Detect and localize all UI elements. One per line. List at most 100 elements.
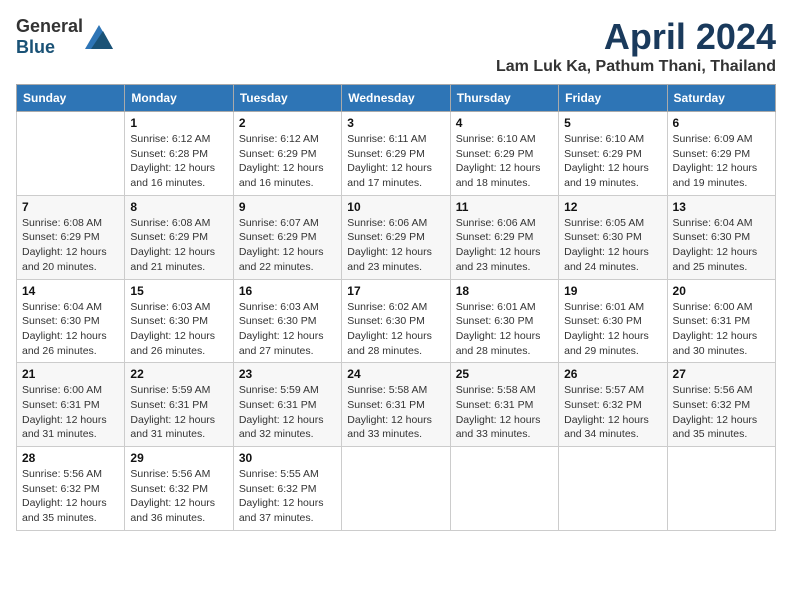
calendar-cell: 18 Sunrise: 6:01 AM Sunset: 6:30 PM Dayli… <box>450 279 558 363</box>
calendar-cell: 2 Sunrise: 6:12 AM Sunset: 6:29 PM Daylig… <box>233 112 341 196</box>
calendar-cell: 20Sunrise: 6:00 AM Sunset: 6:31 PM Dayli… <box>667 279 775 363</box>
day-number: 16 <box>239 284 336 298</box>
title-area: April 2024 Lam Luk Ka, Pathum Thani, Tha… <box>496 16 776 76</box>
day-number: 10 <box>347 200 444 214</box>
day-info: Sunrise: 6:05 AM Sunset: 6:30 PM Dayligh… <box>564 216 661 275</box>
day-number: 14 <box>22 284 119 298</box>
weekday-header-row: SundayMondayTuesdayWednesdayThursdayFrid… <box>17 85 776 112</box>
day-info: Sunrise: 6:12 AM Sunset: 6:29 PM Dayligh… <box>239 132 336 191</box>
logo: General Blue <box>16 16 113 58</box>
day-number: 15 <box>130 284 227 298</box>
day-number: 5 <box>564 116 661 130</box>
day-number: 21 <box>22 367 119 381</box>
day-info: Sunrise: 6:01 AM Sunset: 6:30 PM Dayligh… <box>564 300 661 359</box>
calendar-cell: 7 Sunrise: 6:08 AM Sunset: 6:29 PM Daylig… <box>17 195 125 279</box>
calendar-cell: 23 Sunrise: 5:59 AM Sunset: 6:31 PM Dayli… <box>233 363 341 447</box>
day-info: Sunrise: 6:11 AM Sunset: 6:29 PM Dayligh… <box>347 132 444 191</box>
day-info: Sunrise: 6:07 AM Sunset: 6:29 PM Dayligh… <box>239 216 336 275</box>
calendar-cell: 16 Sunrise: 6:03 AM Sunset: 6:30 PM Dayli… <box>233 279 341 363</box>
day-info: Sunrise: 6:08 AM Sunset: 6:29 PM Dayligh… <box>22 216 119 275</box>
logo-text: General Blue <box>16 16 83 58</box>
day-number: 17 <box>347 284 444 298</box>
calendar-cell: 12 Sunrise: 6:05 AM Sunset: 6:30 PM Dayli… <box>559 195 667 279</box>
week-row-3: 14 Sunrise: 6:04 AM Sunset: 6:30 PM Dayli… <box>17 279 776 363</box>
day-info: Sunrise: 6:08 AM Sunset: 6:29 PM Dayligh… <box>130 216 227 275</box>
week-row-1: 1 Sunrise: 6:12 AM Sunset: 6:28 PM Daylig… <box>17 112 776 196</box>
calendar-cell: 13 Sunrise: 6:04 AM Sunset: 6:30 PM Dayli… <box>667 195 775 279</box>
calendar-cell: 21 Sunrise: 6:00 AM Sunset: 6:31 PM Dayli… <box>17 363 125 447</box>
day-info: Sunrise: 6:03 AM Sunset: 6:30 PM Dayligh… <box>130 300 227 359</box>
day-info: Sunrise: 5:58 AM Sunset: 6:31 PM Dayligh… <box>456 383 553 442</box>
day-info: Sunrise: 6:00 AM Sunset: 6:31 PM Dayligh… <box>22 383 119 442</box>
week-row-5: 28Sunrise: 5:56 AM Sunset: 6:32 PM Dayli… <box>17 447 776 531</box>
day-number: 2 <box>239 116 336 130</box>
calendar-cell <box>450 447 558 531</box>
calendar-cell: 17 Sunrise: 6:02 AM Sunset: 6:30 PM Dayli… <box>342 279 450 363</box>
day-info: Sunrise: 6:12 AM Sunset: 6:28 PM Dayligh… <box>130 132 227 191</box>
weekday-header-thursday: Thursday <box>450 85 558 112</box>
calendar-cell: 15 Sunrise: 6:03 AM Sunset: 6:30 PM Dayli… <box>125 279 233 363</box>
calendar-cell: 29 Sunrise: 5:56 AM Sunset: 6:32 PM Dayli… <box>125 447 233 531</box>
calendar-cell: 25 Sunrise: 5:58 AM Sunset: 6:31 PM Dayli… <box>450 363 558 447</box>
day-number: 4 <box>456 116 553 130</box>
calendar-cell: 22Sunrise: 5:59 AM Sunset: 6:31 PM Dayli… <box>125 363 233 447</box>
day-number: 3 <box>347 116 444 130</box>
day-number: 7 <box>22 200 119 214</box>
calendar-cell: 10 Sunrise: 6:06 AM Sunset: 6:29 PM Dayli… <box>342 195 450 279</box>
weekday-header-monday: Monday <box>125 85 233 112</box>
day-number: 6 <box>673 116 770 130</box>
calendar-cell: 30 Sunrise: 5:55 AM Sunset: 6:32 PM Dayli… <box>233 447 341 531</box>
day-info: Sunrise: 5:56 AM Sunset: 6:32 PM Dayligh… <box>130 467 227 526</box>
day-number: 1 <box>130 116 227 130</box>
day-number: 29 <box>130 451 227 465</box>
week-row-4: 21 Sunrise: 6:00 AM Sunset: 6:31 PM Dayli… <box>17 363 776 447</box>
day-info: Sunrise: 5:56 AM Sunset: 6:32 PM Dayligh… <box>673 383 770 442</box>
day-info: Sunrise: 5:59 AM Sunset: 6:31 PM Dayligh… <box>239 383 336 442</box>
day-info: Sunrise: 6:03 AM Sunset: 6:30 PM Dayligh… <box>239 300 336 359</box>
day-info: Sunrise: 6:10 AM Sunset: 6:29 PM Dayligh… <box>564 132 661 191</box>
calendar-cell: 4 Sunrise: 6:10 AM Sunset: 6:29 PM Daylig… <box>450 112 558 196</box>
weekday-header-tuesday: Tuesday <box>233 85 341 112</box>
calendar-cell: 19 Sunrise: 6:01 AM Sunset: 6:30 PM Dayli… <box>559 279 667 363</box>
calendar-cell: 28Sunrise: 5:56 AM Sunset: 6:32 PM Dayli… <box>17 447 125 531</box>
logo-icon <box>85 25 113 49</box>
calendar-cell <box>667 447 775 531</box>
day-number: 23 <box>239 367 336 381</box>
day-info: Sunrise: 6:09 AM Sunset: 6:29 PM Dayligh… <box>673 132 770 191</box>
calendar-cell: 24Sunrise: 5:58 AM Sunset: 6:31 PM Dayli… <box>342 363 450 447</box>
day-number: 26 <box>564 367 661 381</box>
main-title: April 2024 <box>496 16 776 58</box>
weekday-header-saturday: Saturday <box>667 85 775 112</box>
calendar-cell: 14 Sunrise: 6:04 AM Sunset: 6:30 PM Dayli… <box>17 279 125 363</box>
subtitle: Lam Luk Ka, Pathum Thani, Thailand <box>496 58 776 76</box>
calendar-cell: 1 Sunrise: 6:12 AM Sunset: 6:28 PM Daylig… <box>125 112 233 196</box>
day-info: Sunrise: 6:06 AM Sunset: 6:29 PM Dayligh… <box>347 216 444 275</box>
calendar-cell <box>342 447 450 531</box>
day-number: 30 <box>239 451 336 465</box>
day-number: 8 <box>130 200 227 214</box>
day-info: Sunrise: 6:10 AM Sunset: 6:29 PM Dayligh… <box>456 132 553 191</box>
day-info: Sunrise: 5:55 AM Sunset: 6:32 PM Dayligh… <box>239 467 336 526</box>
calendar-cell <box>559 447 667 531</box>
day-info: Sunrise: 5:57 AM Sunset: 6:32 PM Dayligh… <box>564 383 661 442</box>
day-info: Sunrise: 6:02 AM Sunset: 6:30 PM Dayligh… <box>347 300 444 359</box>
day-number: 25 <box>456 367 553 381</box>
day-info: Sunrise: 6:01 AM Sunset: 6:30 PM Dayligh… <box>456 300 553 359</box>
day-number: 13 <box>673 200 770 214</box>
day-info: Sunrise: 6:06 AM Sunset: 6:29 PM Dayligh… <box>456 216 553 275</box>
weekday-header-sunday: Sunday <box>17 85 125 112</box>
day-number: 27 <box>673 367 770 381</box>
day-number: 9 <box>239 200 336 214</box>
calendar-table: SundayMondayTuesdayWednesdayThursdayFrid… <box>16 84 776 531</box>
calendar-cell: 5 Sunrise: 6:10 AM Sunset: 6:29 PM Daylig… <box>559 112 667 196</box>
day-info: Sunrise: 6:04 AM Sunset: 6:30 PM Dayligh… <box>22 300 119 359</box>
calendar-cell: 11Sunrise: 6:06 AM Sunset: 6:29 PM Dayli… <box>450 195 558 279</box>
calendar-cell <box>17 112 125 196</box>
day-info: Sunrise: 6:04 AM Sunset: 6:30 PM Dayligh… <box>673 216 770 275</box>
calendar-cell: 26 Sunrise: 5:57 AM Sunset: 6:32 PM Dayli… <box>559 363 667 447</box>
calendar-cell: 8 Sunrise: 6:08 AM Sunset: 6:29 PM Daylig… <box>125 195 233 279</box>
day-number: 19 <box>564 284 661 298</box>
day-number: 18 <box>456 284 553 298</box>
day-info: Sunrise: 5:58 AM Sunset: 6:31 PM Dayligh… <box>347 383 444 442</box>
day-number: 12 <box>564 200 661 214</box>
